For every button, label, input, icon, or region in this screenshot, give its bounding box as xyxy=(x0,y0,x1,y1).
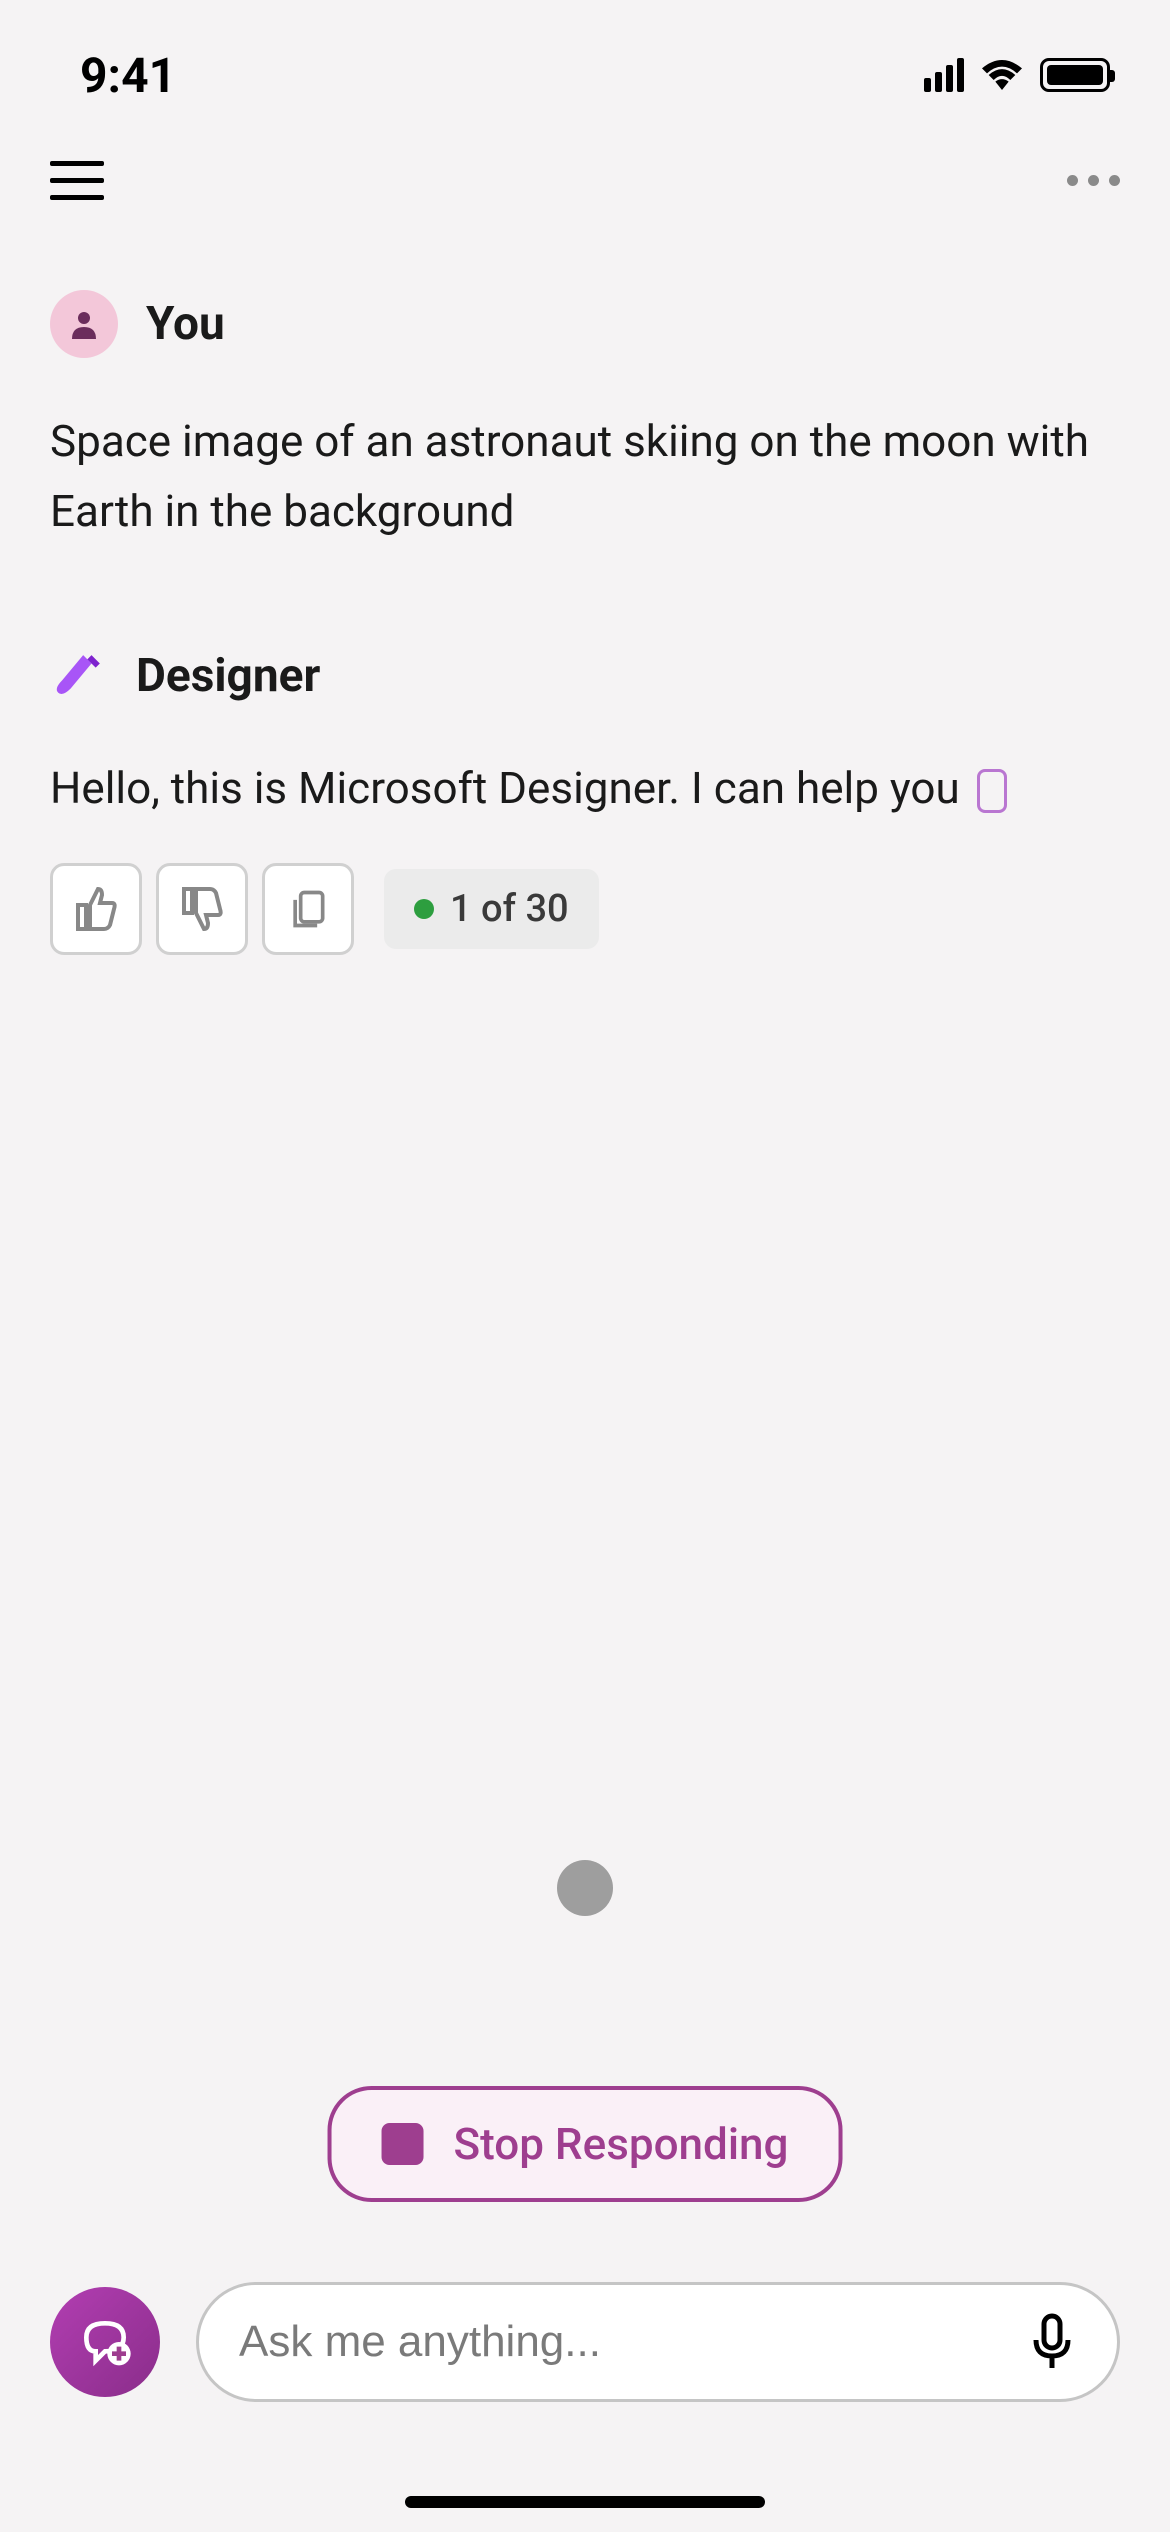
user-name: You xyxy=(146,297,225,351)
copy-button[interactable] xyxy=(262,863,354,955)
thumbs-down-icon xyxy=(178,885,226,933)
chat-container: You Space image of an astronaut skiing o… xyxy=(0,230,1170,955)
status-time: 9:41 xyxy=(80,47,176,104)
stop-icon xyxy=(382,2123,424,2165)
battery-icon xyxy=(1040,58,1110,92)
header xyxy=(0,130,1170,230)
thumbs-down-button[interactable] xyxy=(156,863,248,955)
status-icons xyxy=(924,58,1110,92)
home-indicator[interactable] xyxy=(405,2496,765,2508)
counter-text: 1 of 30 xyxy=(450,887,569,931)
menu-button[interactable] xyxy=(50,161,104,200)
bot-message-header: Designer xyxy=(50,647,1120,705)
feedback-row: 1 of 30 xyxy=(50,863,1120,955)
response-counter: 1 of 30 xyxy=(384,869,599,949)
stop-responding-button[interactable]: Stop Responding xyxy=(328,2086,843,2202)
loading-indicator xyxy=(557,1860,613,1916)
more-button[interactable] xyxy=(1067,175,1120,186)
status-dot xyxy=(414,899,434,919)
bot-text: Hello, this is Microsoft Designer. I can… xyxy=(50,753,1120,823)
bot-name: Designer xyxy=(136,649,320,703)
status-bar: 9:41 xyxy=(0,0,1170,130)
chat-plus-icon xyxy=(77,2314,133,2370)
chat-input[interactable] xyxy=(239,2317,1027,2367)
thumbs-up-button[interactable] xyxy=(50,863,142,955)
designer-icon xyxy=(54,651,104,701)
thumbs-up-icon xyxy=(72,885,120,933)
input-box[interactable] xyxy=(196,2282,1120,2402)
input-area xyxy=(0,2282,1170,2402)
copy-icon xyxy=(286,887,330,931)
user-message-header: You xyxy=(50,290,1120,358)
bot-avatar xyxy=(50,647,108,705)
microphone-icon[interactable] xyxy=(1027,2312,1077,2372)
bot-message: Designer Hello, this is Microsoft Design… xyxy=(50,647,1120,955)
bot-text-content: Hello, this is Microsoft Designer. I can… xyxy=(50,762,971,814)
person-icon xyxy=(66,306,102,342)
user-message: You Space image of an astronaut skiing o… xyxy=(50,290,1120,547)
new-chat-button[interactable] xyxy=(50,2287,160,2397)
typing-cursor xyxy=(977,769,1007,813)
stop-label: Stop Responding xyxy=(454,2118,789,2170)
signal-icon xyxy=(924,58,964,92)
user-text: Space image of an astronaut skiing on th… xyxy=(50,406,1120,547)
user-avatar xyxy=(50,290,118,358)
wifi-icon xyxy=(982,60,1022,90)
